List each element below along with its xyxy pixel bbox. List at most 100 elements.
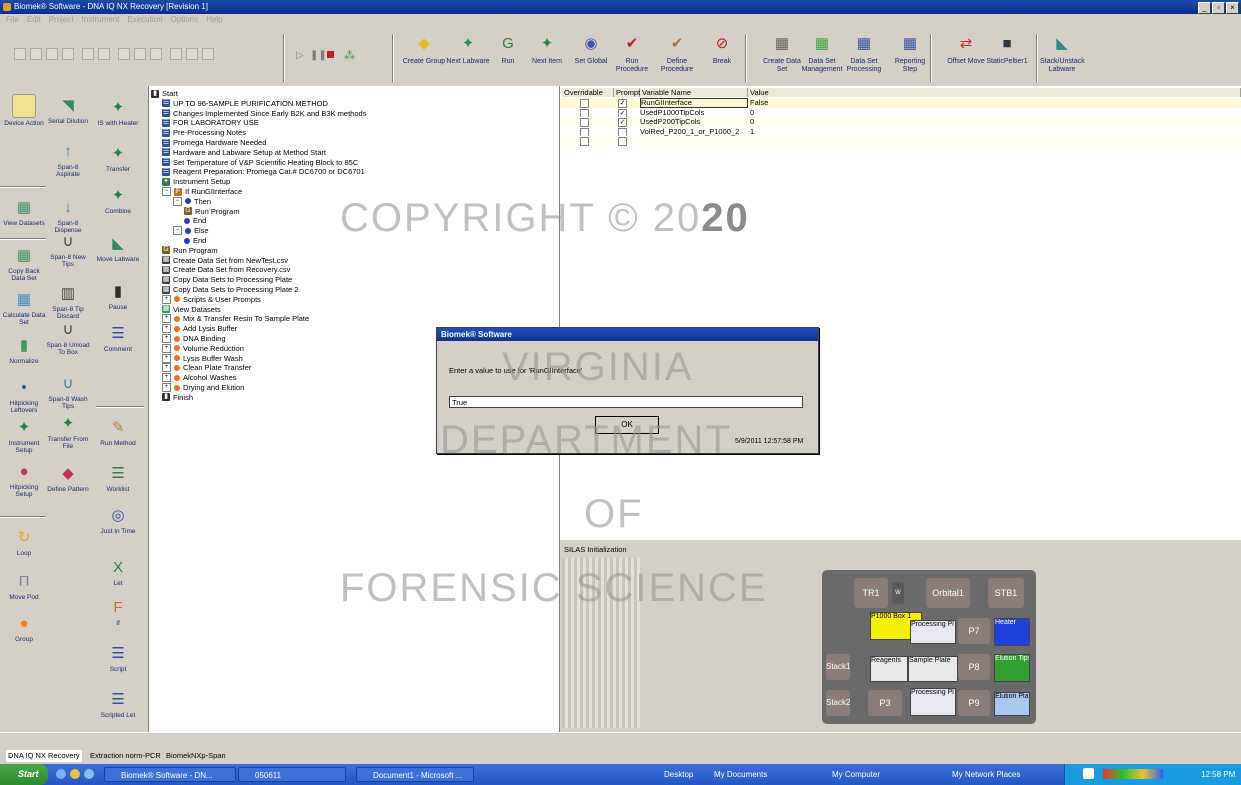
set-global-button[interactable]: ◉ Set Global: [569, 32, 613, 84]
static-peltier-button[interactable]: ■ StaticPeltier1: [985, 32, 1029, 84]
scripted-let-step[interactable]: ☰ Scripted Let: [96, 688, 140, 720]
variable-row[interactable]: ✓ UsedP200TipCols 0: [560, 117, 1241, 127]
run-procedure-button[interactable]: ✔ Run Procedure: [610, 32, 654, 84]
deck-pos-p7[interactable]: P7: [958, 618, 990, 644]
comment-step[interactable]: ☰ Comment: [96, 322, 140, 354]
find-icon[interactable]: [202, 48, 214, 60]
deck-pos-p3[interactable]: P3: [868, 690, 902, 716]
transfer-from-file-step[interactable]: ✦ Transfer From File: [46, 412, 90, 451]
labware-heater[interactable]: Heater: [994, 618, 1030, 646]
menu-instrument[interactable]: Instrument: [82, 14, 120, 26]
view-datasets-step[interactable]: ▦ View Datasets: [2, 196, 46, 228]
loop-step[interactable]: ↻ Loop: [2, 526, 46, 558]
let-step[interactable]: X Let: [96, 556, 140, 588]
expand-toggle-icon[interactable]: +: [162, 314, 171, 324]
next-labware-button[interactable]: ✦ Next Labware: [446, 32, 490, 84]
print-icon[interactable]: [82, 48, 94, 60]
combine-step[interactable]: ✦ Combine: [96, 184, 140, 216]
close-button[interactable]: ×: [1226, 2, 1239, 14]
expand-toggle-icon[interactable]: +: [162, 334, 171, 343]
expand-toggle-icon[interactable]: +: [162, 363, 171, 373]
labware-processing-plate-2[interactable]: Processing Pl: [910, 688, 956, 716]
expand-toggle-icon[interactable]: +: [162, 383, 171, 392]
create-data-set-button[interactable]: ▦ Create Data Set: [760, 32, 804, 84]
move-labware-step[interactable]: ◣ Move Labware: [96, 232, 140, 264]
menu-help[interactable]: Help: [206, 14, 222, 26]
labware-sample-plate[interactable]: Sample Plate: [908, 656, 958, 682]
expand-toggle-icon[interactable]: +: [162, 324, 171, 334]
tab-biomeknxp-span[interactable]: BiomekNXp-Span: [166, 750, 226, 762]
hitpicking-leftovers-step[interactable]: • Hitpicking Leftovers: [2, 376, 46, 415]
variable-row[interactable]: ✓ UsedP1000TipCols 0: [560, 108, 1241, 118]
redo-icon[interactable]: [186, 48, 198, 60]
is-heater-step[interactable]: ✦ IS with Heater: [96, 96, 140, 128]
save-icon[interactable]: [62, 48, 74, 60]
variable-name[interactable]: UsedP200TipCols: [640, 117, 700, 127]
variable-value[interactable]: False: [750, 98, 768, 108]
device-action-step[interactable]: ▭ Device Action: [2, 94, 46, 127]
menu-file[interactable]: File: [6, 14, 19, 26]
deck-pos-stack1[interactable]: Stack1: [826, 654, 850, 680]
data-set-processing-button[interactable]: ▦ Data Set Processing: [842, 32, 886, 84]
variable-value[interactable]: 0: [750, 117, 754, 127]
variable-row[interactable]: VolRed_P200_1_or_P1000_2 1: [560, 127, 1241, 137]
dialog-value-input[interactable]: True: [449, 396, 803, 408]
deck-pos-stb1[interactable]: STB1: [988, 578, 1024, 608]
variable-name[interactable]: UsedP1000TipCols: [640, 108, 704, 118]
normalize-step[interactable]: ▮ Normalize: [2, 334, 46, 366]
menu-execution[interactable]: Execution: [127, 14, 162, 26]
play-icon[interactable]: ▷: [296, 50, 304, 61]
labware-processing-plate[interactable]: Processing Pl: [910, 620, 956, 644]
variable-row[interactable]: [560, 136, 1241, 146]
transfer-step[interactable]: ✦ Transfer: [96, 142, 140, 174]
open-file-icon[interactable]: [30, 48, 42, 60]
pause-icon[interactable]: ❚❚: [310, 50, 327, 61]
tab-extraction-norm-pcr[interactable]: Extraction norm-PCR: [90, 750, 161, 762]
expand-toggle-icon[interactable]: −: [162, 187, 171, 196]
task-document1[interactable]: Document1 - Microsoft ...: [356, 767, 474, 782]
serial-dilution-step[interactable]: ◥ Serial Dilution: [46, 94, 90, 126]
open-folder-icon[interactable]: [46, 48, 58, 60]
minimize-button[interactable]: _: [1198, 2, 1211, 14]
deck-pos-w[interactable]: W: [892, 582, 904, 604]
move-pod-step[interactable]: Π Move Pod: [2, 570, 46, 602]
variable-value[interactable]: 0: [750, 108, 754, 118]
task-050611[interactable]: 050611: [238, 767, 346, 782]
stack-unstack-button[interactable]: ◣ Stack/Unstack Labware: [1040, 32, 1085, 84]
offset-move-button[interactable]: ⇄ Offset Move: [944, 32, 988, 84]
my-network-places-link[interactable]: My Network Places: [938, 768, 1020, 781]
col-header-prompt[interactable]: Prompt: [614, 88, 640, 97]
deck-pos-p8[interactable]: P8: [958, 654, 990, 680]
hitpicking-setup-step[interactable]: ● Hitpicking Setup: [2, 460, 46, 499]
restore-button[interactable]: ▫: [1212, 2, 1225, 14]
menu-edit[interactable]: Edit: [27, 14, 41, 26]
script-step[interactable]: ☰ Script: [96, 642, 140, 674]
tree-item[interactable]: ▮ Finish: [162, 392, 193, 403]
data-set-management-button[interactable]: ▦ Data Set Management: [800, 32, 844, 84]
expand-toggle-icon[interactable]: −: [173, 196, 182, 206]
variable-name[interactable]: RunGIInterface: [640, 98, 748, 108]
variable-name[interactable]: VolRed_P200_1_or_P1000_2: [640, 127, 739, 137]
next-item-button[interactable]: ✦ Next Item: [525, 32, 569, 84]
my-computer-link[interactable]: My Computer: [818, 768, 880, 781]
just-in-time-step[interactable]: ◎ Just In Time: [96, 504, 140, 536]
ie-icon[interactable]: [56, 769, 66, 779]
instrument-setup-step[interactable]: ✦ Instrument Setup: [2, 416, 46, 455]
col-header-value[interactable]: Value: [748, 88, 1241, 97]
variable-value[interactable]: 1: [750, 127, 754, 137]
help-icon[interactable]: [1083, 768, 1094, 779]
cut-icon[interactable]: [118, 48, 130, 60]
overridable-checkbox[interactable]: [580, 137, 589, 146]
media-icon[interactable]: [84, 769, 94, 779]
run-method-step[interactable]: ✎ Run Method: [96, 416, 140, 448]
print-preview-icon[interactable]: [98, 48, 110, 60]
col-header-overridable[interactable]: Overridable: [562, 88, 614, 97]
span8-dispense-step[interactable]: ↓ Span-8 Dispense: [46, 196, 90, 235]
span8-new-tips-step[interactable]: ∪ Span-8 New Tips: [46, 230, 90, 269]
copy-back-step[interactable]: ▦ Copy Back Data Set: [2, 244, 46, 283]
expand-toggle-icon[interactable]: +: [162, 343, 171, 353]
expand-toggle-icon[interactable]: +: [162, 373, 171, 383]
expand-toggle-icon[interactable]: +: [162, 353, 171, 363]
create-group-button[interactable]: ◆ Create Group: [402, 32, 446, 84]
horizontal-scrollbar[interactable]: [0, 732, 1241, 749]
